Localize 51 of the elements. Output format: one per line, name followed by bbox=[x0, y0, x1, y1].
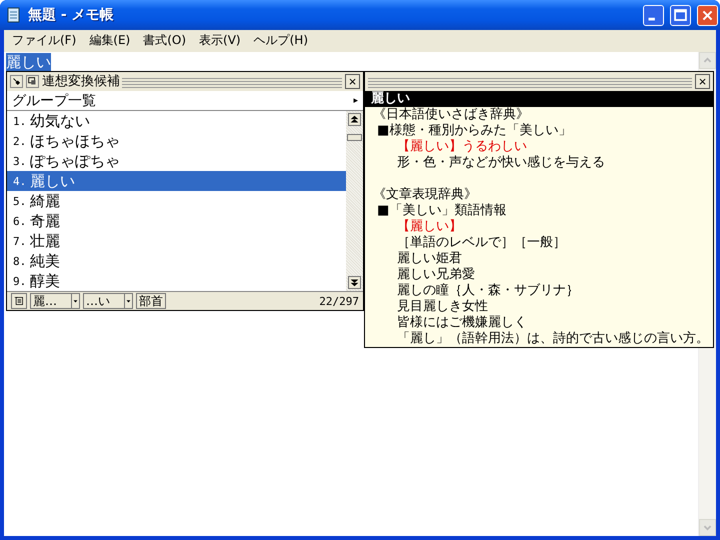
kana-dropdown[interactable]: …い bbox=[83, 293, 125, 309]
candidate-item[interactable]: 3. ぽちゃぽちゃ bbox=[7, 151, 346, 171]
candidate-item[interactable]: 9. 醇美 bbox=[7, 271, 346, 291]
notepad-icon bbox=[6, 6, 22, 24]
menu-item[interactable]: 表示(V) bbox=[193, 32, 247, 48]
scroll-up-icon[interactable] bbox=[348, 113, 361, 126]
minimize-button[interactable] bbox=[643, 4, 664, 26]
definition-text: 「麗し」（語幹用法）は、詩的で古い感じの言い方。 bbox=[396, 331, 710, 347]
panel-title: 連想変換候補 bbox=[42, 74, 122, 88]
menu-item[interactable]: 書式(O) bbox=[137, 32, 192, 48]
list-icon[interactable] bbox=[11, 293, 27, 309]
candidate-item[interactable]: 4. 麗しい bbox=[7, 171, 346, 191]
editor-text: 麗しい bbox=[6, 53, 51, 71]
section-heading: ■「美しい」類語情報 bbox=[376, 203, 508, 219]
scroll-down-icon[interactable] bbox=[348, 276, 361, 289]
window-icon[interactable] bbox=[26, 75, 39, 88]
radical-button[interactable]: 部首 bbox=[136, 293, 166, 309]
kanji-dropdown[interactable]: 麗… bbox=[30, 293, 72, 309]
window-title: 無題 - メモ帳 bbox=[28, 6, 115, 24]
menu-item[interactable]: ヘルプ(H) bbox=[248, 32, 314, 48]
candidate-item[interactable]: 1. 幼気ない bbox=[7, 111, 346, 131]
definition-text: 麗しい兄弟愛 bbox=[396, 267, 476, 283]
candidate-count: 22/297 bbox=[319, 294, 359, 308]
close-button[interactable]: × bbox=[695, 74, 710, 89]
definition-text: 見目麗しき女性 bbox=[396, 299, 489, 315]
group-menu[interactable]: グループ一覧 ▸ bbox=[7, 91, 363, 111]
candidate-item[interactable]: 7. 壮麗 bbox=[7, 231, 346, 251]
close-button[interactable]: × bbox=[345, 74, 360, 89]
maximize-button[interactable] bbox=[670, 4, 691, 26]
dictionary-name: 《文章表現辞典》 bbox=[372, 187, 478, 203]
definition-text: 麗しの瞳｛人・森・サブリナ｝ bbox=[396, 283, 580, 299]
pin-icon[interactable] bbox=[10, 75, 23, 88]
close-button[interactable] bbox=[697, 4, 718, 26]
scroll-thumb[interactable] bbox=[347, 134, 362, 141]
definition-text: 形・色・声などが快い感じを与える bbox=[396, 155, 606, 171]
drag-grip[interactable] bbox=[368, 76, 692, 88]
section-heading: ■様態・種別からみた「美しい」 bbox=[376, 123, 572, 139]
entry-word: 【麗しい】うるわしい bbox=[396, 139, 528, 155]
candidate-item[interactable]: 2. ほちゃほちゃ bbox=[7, 131, 346, 151]
candidate-item[interactable]: 8. 純美 bbox=[7, 251, 346, 271]
definition-text: 麗しい姫君 bbox=[396, 251, 462, 267]
dictionary-name: 《日本語使いさばき辞典》 bbox=[372, 107, 530, 123]
candidate-item[interactable]: 6. 奇麗 bbox=[7, 211, 346, 231]
drag-grip[interactable]: 連想変換候補 bbox=[42, 76, 342, 88]
entry-heading: 麗しい bbox=[365, 91, 713, 107]
definition-text: ［単語のレベルで］［一般］ bbox=[396, 235, 567, 251]
definition-text: 皆様にはご機嫌麗しく bbox=[396, 315, 528, 331]
menu-item[interactable]: 編集(E) bbox=[83, 32, 136, 48]
menu-item[interactable]: ファイル(F) bbox=[6, 32, 82, 48]
entry-word: 【麗しい】 bbox=[396, 219, 463, 235]
candidate-item[interactable]: 5. 綺麗 bbox=[7, 191, 346, 211]
